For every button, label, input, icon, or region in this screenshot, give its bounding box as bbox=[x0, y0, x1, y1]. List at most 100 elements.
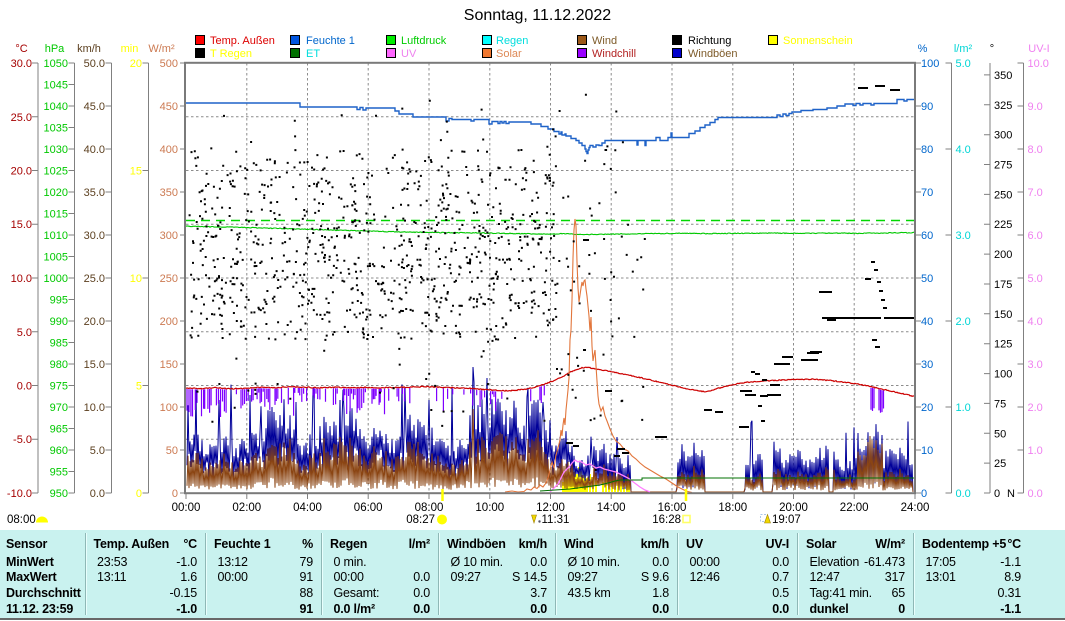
svg-text:14:00: 14:00 bbox=[597, 502, 626, 514]
svg-text:200: 200 bbox=[160, 316, 178, 328]
svg-text:1.0: 1.0 bbox=[956, 402, 971, 414]
svg-text:350: 350 bbox=[160, 187, 178, 199]
svg-text:1015: 1015 bbox=[44, 209, 68, 221]
svg-text:15.0: 15.0 bbox=[84, 359, 105, 371]
svg-text:5.0: 5.0 bbox=[956, 58, 971, 70]
svg-text:0.0: 0.0 bbox=[956, 488, 971, 500]
svg-text:200: 200 bbox=[994, 249, 1012, 261]
svg-text:N: N bbox=[1007, 488, 1015, 500]
svg-text:50: 50 bbox=[994, 428, 1006, 440]
svg-text:10:00: 10:00 bbox=[475, 502, 504, 514]
svg-text:500: 500 bbox=[160, 58, 178, 70]
svg-text:75: 75 bbox=[994, 398, 1006, 410]
svg-text:12:00: 12:00 bbox=[536, 502, 565, 514]
svg-text:3.0: 3.0 bbox=[1028, 359, 1043, 371]
svg-text:50: 50 bbox=[921, 273, 933, 285]
svg-text:0.0: 0.0 bbox=[17, 381, 32, 393]
svg-text:60: 60 bbox=[921, 230, 933, 242]
svg-text:19:07: 19:07 bbox=[772, 514, 801, 526]
svg-text:15: 15 bbox=[130, 166, 142, 178]
svg-text:km/h: km/h bbox=[77, 43, 101, 55]
svg-text:l/m²: l/m² bbox=[954, 43, 973, 55]
svg-text:450: 450 bbox=[160, 101, 178, 113]
svg-text:40.0: 40.0 bbox=[84, 144, 105, 156]
svg-text:955: 955 bbox=[50, 467, 68, 479]
svg-text:1010: 1010 bbox=[44, 230, 68, 242]
svg-text:50: 50 bbox=[166, 445, 178, 457]
svg-text:80: 80 bbox=[921, 144, 933, 156]
svg-text:-5.0: -5.0 bbox=[13, 434, 32, 446]
svg-text:175: 175 bbox=[994, 279, 1012, 291]
svg-text:8.0: 8.0 bbox=[1028, 144, 1043, 156]
svg-text:350: 350 bbox=[994, 70, 1012, 82]
svg-text:08:27: 08:27 bbox=[406, 514, 435, 526]
svg-text:100: 100 bbox=[994, 369, 1012, 381]
svg-text:7.0: 7.0 bbox=[1028, 187, 1043, 199]
svg-text:30: 30 bbox=[921, 359, 933, 371]
svg-text:10.0: 10.0 bbox=[1028, 58, 1049, 70]
svg-text:0.0: 0.0 bbox=[1028, 488, 1043, 500]
svg-text:1050: 1050 bbox=[44, 58, 68, 70]
svg-text:25.0: 25.0 bbox=[84, 273, 105, 285]
svg-text:990: 990 bbox=[50, 316, 68, 328]
svg-text:1030: 1030 bbox=[44, 144, 68, 156]
svg-text:300: 300 bbox=[994, 130, 1012, 142]
svg-text:5.0: 5.0 bbox=[1028, 273, 1043, 285]
svg-text:20.0: 20.0 bbox=[11, 166, 32, 178]
svg-text:10.0: 10.0 bbox=[84, 402, 105, 414]
svg-text:2.0: 2.0 bbox=[1028, 402, 1043, 414]
svg-text:5.0: 5.0 bbox=[17, 327, 32, 339]
svg-text:08:00: 08:00 bbox=[7, 514, 36, 526]
svg-text:25: 25 bbox=[994, 458, 1006, 470]
svg-text:-10.0: -10.0 bbox=[7, 488, 32, 500]
svg-text:20:00: 20:00 bbox=[779, 502, 808, 514]
svg-text:°: ° bbox=[990, 43, 994, 55]
svg-text:5.0: 5.0 bbox=[90, 445, 105, 457]
svg-text:225: 225 bbox=[994, 219, 1012, 231]
svg-text:min: min bbox=[121, 43, 139, 55]
svg-text:980: 980 bbox=[50, 359, 68, 371]
svg-text:4.0: 4.0 bbox=[956, 144, 971, 156]
svg-text:08:00: 08:00 bbox=[415, 502, 444, 514]
svg-text:20: 20 bbox=[130, 58, 142, 70]
svg-text:1045: 1045 bbox=[44, 80, 68, 92]
svg-text:3.0: 3.0 bbox=[956, 230, 971, 242]
svg-text:04:00: 04:00 bbox=[293, 502, 322, 514]
svg-text:11:31: 11:31 bbox=[542, 514, 570, 526]
svg-text:975: 975 bbox=[50, 381, 68, 393]
svg-text:125: 125 bbox=[994, 339, 1012, 351]
svg-text:W/m²: W/m² bbox=[148, 43, 175, 55]
svg-text:10.0: 10.0 bbox=[11, 273, 32, 285]
svg-text:1.0: 1.0 bbox=[1028, 445, 1043, 457]
svg-text:20: 20 bbox=[921, 402, 933, 414]
svg-text:1005: 1005 bbox=[44, 252, 68, 264]
svg-text:325: 325 bbox=[994, 100, 1012, 112]
svg-text:100: 100 bbox=[160, 402, 178, 414]
svg-text:°C: °C bbox=[15, 43, 27, 55]
svg-text:995: 995 bbox=[50, 295, 68, 307]
svg-text:40: 40 bbox=[921, 316, 933, 328]
svg-text:20.0: 20.0 bbox=[84, 316, 105, 328]
svg-text:30.0: 30.0 bbox=[11, 58, 32, 70]
svg-text:6.0: 6.0 bbox=[1028, 230, 1043, 242]
svg-text:18:00: 18:00 bbox=[718, 502, 747, 514]
svg-text:0: 0 bbox=[921, 488, 927, 500]
svg-text:22:00: 22:00 bbox=[840, 502, 869, 514]
svg-text:35.0: 35.0 bbox=[84, 187, 105, 199]
svg-text:300: 300 bbox=[160, 230, 178, 242]
svg-text:2.0: 2.0 bbox=[956, 316, 971, 328]
svg-text:960: 960 bbox=[50, 445, 68, 457]
svg-text:150: 150 bbox=[160, 359, 178, 371]
svg-text:24:00: 24:00 bbox=[901, 502, 930, 514]
svg-text:1020: 1020 bbox=[44, 187, 68, 199]
svg-text:1025: 1025 bbox=[44, 166, 68, 178]
svg-text:4.0: 4.0 bbox=[1028, 316, 1043, 328]
svg-text:5: 5 bbox=[136, 381, 142, 393]
svg-text:400: 400 bbox=[160, 144, 178, 156]
svg-text:1000: 1000 bbox=[44, 273, 68, 285]
svg-text:00:00: 00:00 bbox=[172, 502, 201, 514]
svg-text:16:00: 16:00 bbox=[658, 502, 687, 514]
svg-text:06:00: 06:00 bbox=[354, 502, 383, 514]
svg-text:250: 250 bbox=[160, 273, 178, 285]
svg-text:90: 90 bbox=[921, 101, 933, 113]
